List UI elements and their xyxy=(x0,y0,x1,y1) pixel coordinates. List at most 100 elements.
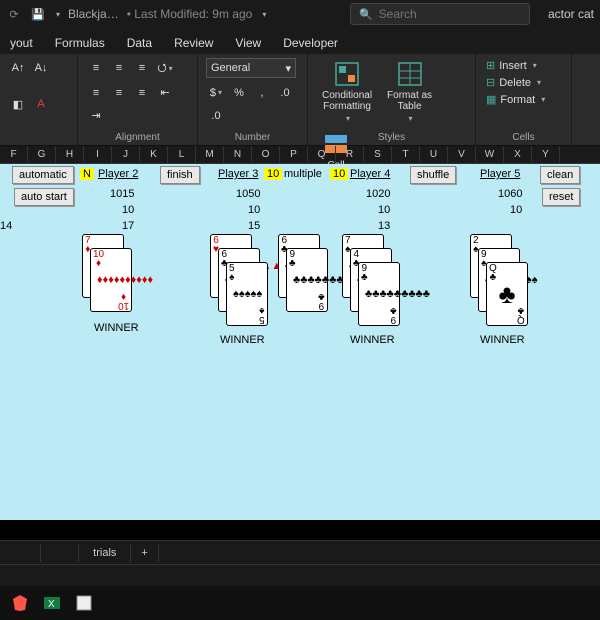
font-color-icon[interactable]: A xyxy=(31,94,51,114)
group-font-partial: A↑ A↓ ◧ A xyxy=(0,54,78,145)
col-header[interactable]: F xyxy=(0,146,28,163)
delete-cells-button[interactable]: ⊟Delete xyxy=(484,75,563,90)
taskbar-app-icon[interactable] xyxy=(70,589,98,617)
number-format-dropdown[interactable]: General▾ xyxy=(206,58,296,78)
search-box[interactable]: 🔍 xyxy=(350,3,530,25)
worksheet[interactable]: automatic N Player 2 finish Player 3 10 … xyxy=(0,164,600,520)
col-header[interactable]: G xyxy=(28,146,56,163)
user-name[interactable]: actor cat xyxy=(548,7,594,21)
automatic-button[interactable]: automatic xyxy=(12,166,74,184)
col-header[interactable]: I xyxy=(84,146,112,163)
tab-developer[interactable]: Developer xyxy=(273,32,348,54)
percent-icon[interactable]: % xyxy=(229,83,249,103)
balance-p5: 1060 xyxy=(498,188,522,200)
col-header[interactable]: H xyxy=(56,146,84,163)
col-header[interactable]: V xyxy=(448,146,476,163)
indent-left-icon[interactable]: ⇤ xyxy=(155,83,175,103)
align-top-icon[interactable]: ≡ xyxy=(86,58,106,78)
col-header[interactable]: R xyxy=(336,146,364,163)
col-header[interactable]: U xyxy=(420,146,448,163)
player2-label: Player 2 xyxy=(98,168,138,180)
currency-icon[interactable]: $ xyxy=(206,83,226,103)
tab-view[interactable]: View xyxy=(225,32,271,54)
winner-p3: WINNER xyxy=(220,334,265,346)
score-left: 14 xyxy=(0,220,12,232)
tab-formulas[interactable]: Formulas xyxy=(45,32,115,54)
bet-a: 10 xyxy=(264,168,282,180)
bet-b: 10 xyxy=(330,168,348,180)
autosave-icon[interactable]: ⟳ xyxy=(6,6,22,22)
search-icon: 🔍 xyxy=(359,8,373,21)
delete-icon: ⊟ xyxy=(486,76,495,89)
col-header[interactable]: M xyxy=(196,146,224,163)
mode-flag: N xyxy=(80,168,94,180)
player3-label: Player 3 xyxy=(218,168,258,180)
col-header[interactable]: N xyxy=(224,146,252,163)
indent-right-icon[interactable]: ⇥ xyxy=(86,106,106,126)
tab-layout[interactable]: yout xyxy=(0,32,43,54)
finish-button[interactable]: finish xyxy=(160,166,200,184)
col-header[interactable]: O xyxy=(252,146,280,163)
tab-review[interactable]: Review xyxy=(164,32,223,54)
quick-access-more[interactable] xyxy=(54,6,60,22)
group-label xyxy=(8,132,69,143)
col-header[interactable]: T xyxy=(392,146,420,163)
group-cells: ⊞Insert ⊟Delete ▦Format Cells xyxy=(476,54,572,145)
taskbar-excel-icon[interactable]: X xyxy=(38,589,66,617)
last-modified: • Last Modified: 9m ago xyxy=(127,7,253,21)
reset-button[interactable]: reset xyxy=(542,188,580,206)
card-p5-c: Q♣Q♣♣ xyxy=(486,262,528,326)
increase-decimal-icon[interactable]: .0 xyxy=(275,83,295,103)
player5-label: Player 5 xyxy=(480,168,520,180)
tab-data[interactable]: Data xyxy=(117,32,162,54)
ribbon: A↑ A↓ ◧ A ≡ ≡ ≡ ⭯ ≡ ≡ ≡ ⇤ ⇥ Alignment Ge… xyxy=(0,54,600,146)
col-header[interactable]: P xyxy=(280,146,308,163)
search-input[interactable] xyxy=(379,7,521,21)
group-number-label: Number xyxy=(206,132,299,143)
winner-p5: WINNER xyxy=(480,334,525,346)
score-p4: 13 xyxy=(378,220,390,232)
col-header[interactable]: Q xyxy=(308,146,336,163)
column-headers: F G H I J K L M N O P Q R S T U V W X Y xyxy=(0,146,600,164)
sheet-tab-hidden[interactable] xyxy=(40,544,79,562)
clean-button[interactable]: clean xyxy=(540,166,580,184)
shuffle-button[interactable]: shuffle xyxy=(410,166,456,184)
col-header[interactable]: X xyxy=(504,146,532,163)
sheet-tab-add[interactable]: + xyxy=(131,544,158,562)
col-header[interactable]: S xyxy=(364,146,392,163)
bet-p3: 10 xyxy=(248,204,260,216)
decrease-decimal-icon[interactable]: .0 xyxy=(206,106,226,126)
group-styles-label: Styles xyxy=(316,132,467,143)
align-middle-icon[interactable]: ≡ xyxy=(109,58,129,78)
align-bottom-icon[interactable]: ≡ xyxy=(132,58,152,78)
card-p3x-b: 9♣9♣♣♣♣♣♣♣♣♣♣ xyxy=(286,248,328,312)
align-right-icon[interactable]: ≡ xyxy=(132,83,152,103)
bet-p2: 10 xyxy=(122,204,134,216)
align-left-icon[interactable]: ≡ xyxy=(86,83,106,103)
sheet-tab-trials[interactable]: trials xyxy=(79,544,131,562)
align-center-icon[interactable]: ≡ xyxy=(109,83,129,103)
conditional-formatting-button[interactable]: Conditional Formatting xyxy=(316,58,378,125)
col-header[interactable]: K xyxy=(140,146,168,163)
save-icon[interactable]: 💾 xyxy=(30,6,46,22)
scroll-region[interactable] xyxy=(0,520,600,540)
multiple-label: multiple xyxy=(284,168,322,180)
col-header[interactable]: Y xyxy=(532,146,560,163)
format-as-table-button[interactable]: Format as Table xyxy=(381,58,438,125)
fill-color-icon[interactable]: ◧ xyxy=(8,94,28,114)
col-header[interactable]: J xyxy=(112,146,140,163)
insert-cells-button[interactable]: ⊞Insert xyxy=(484,58,563,73)
comma-icon[interactable]: , xyxy=(252,83,272,103)
group-alignment: ≡ ≡ ≡ ⭯ ≡ ≡ ≡ ⇤ ⇥ Alignment xyxy=(78,54,198,145)
winner-p4: WINNER xyxy=(350,334,395,346)
orientation-icon[interactable]: ⭯ xyxy=(155,58,175,78)
format-cells-button[interactable]: ▦Format xyxy=(484,92,563,107)
modified-dropdown[interactable] xyxy=(260,6,266,22)
taskbar-brave-icon[interactable] xyxy=(6,589,34,617)
decrease-font-icon[interactable]: A↓ xyxy=(31,58,51,78)
auto-start-button[interactable]: auto start xyxy=(14,188,74,206)
col-header[interactable]: W xyxy=(476,146,504,163)
col-header[interactable]: L xyxy=(168,146,196,163)
increase-font-icon[interactable]: A↑ xyxy=(8,58,28,78)
card-p2-b: 10♦10♦♦♦♦♦♦♦♦♦♦♦ xyxy=(90,248,132,312)
